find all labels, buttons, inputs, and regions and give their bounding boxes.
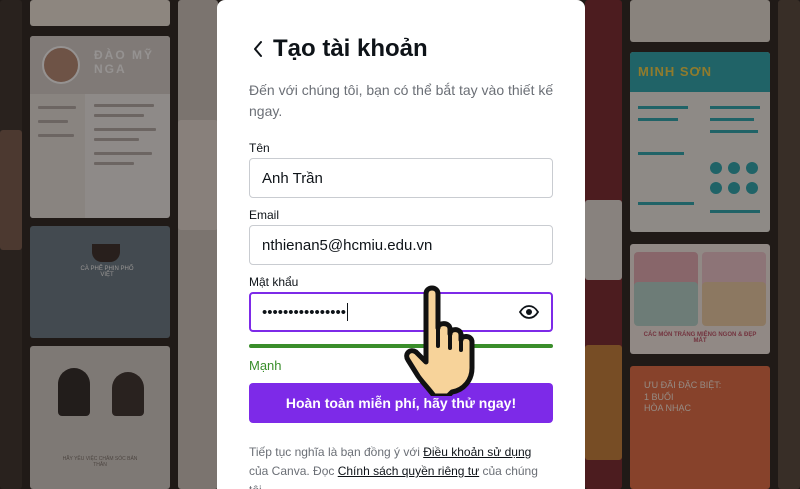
template-thumb [630, 0, 770, 42]
template-thumb-friends: HÃY YÊU VIỆC CHĂM SÓC BẢN THÂN [30, 346, 170, 489]
template-thumb [30, 0, 170, 26]
email-field[interactable]: nthienan5@hcmiu.edu.vn [249, 225, 553, 265]
resume-header: MINH SƠN [630, 52, 770, 92]
template-thumb [178, 0, 218, 489]
template-thumb-cv-nga: ĐÀO MỸ NGA [30, 36, 170, 218]
email-label: Email [249, 208, 280, 222]
template-thumb [0, 130, 22, 250]
template-thumb [585, 200, 622, 280]
cafe-title: CÀ PHÊ PHIN PHỐ VIỆT [80, 266, 134, 278]
template-thumb-cafe: CÀ PHÊ PHIN PHỐ VIỆT [30, 226, 170, 338]
password-field[interactable]: •••••••••••••••• [249, 292, 553, 332]
template-thumb-concert: ƯU ĐÃI ĐẶC BIỆT: 1 BUỔI HÒA NHẠC [630, 366, 770, 489]
password-value: •••••••••••••••• [262, 303, 349, 321]
cv-name: ĐÀO MỸ NGA [94, 48, 154, 76]
cv-sidebar [30, 94, 85, 218]
password-label: Mật khẩu [249, 275, 299, 289]
friends-caption: HÃY YÊU VIỆC CHĂM SÓC BẢN THÂN [62, 456, 138, 468]
dialog-subtitle: Đến với chúng tôi, bạn có thể bắt tay và… [249, 82, 554, 119]
terms-of-use-link[interactable]: Điều khoản sử dụng [423, 445, 531, 459]
dessert-caption: CÁC MÓN TRÁNG MIỆNG NGON & ĐẸP MẮT [643, 332, 757, 344]
avatar [42, 46, 80, 84]
signup-dialog: Tạo tài khoản Đến với chúng tôi, bạn có … [217, 0, 585, 489]
template-thumb-resume-minh-son: MINH SƠN [630, 52, 770, 232]
password-strength-meter [249, 344, 553, 348]
signup-submit-button[interactable]: Hoàn toàn miễn phí, hãy thử ngay! [249, 383, 553, 423]
resume-name: MINH SƠN [638, 64, 712, 79]
concert-caption: ƯU ĐÃI ĐẶC BIỆT: 1 BUỔI HÒA NHẠC [644, 380, 722, 414]
page-title: Tạo tài khoản [273, 35, 428, 62]
eye-icon[interactable] [518, 301, 540, 323]
coffee-cup-image [92, 244, 120, 262]
chevron-left-icon[interactable] [249, 36, 267, 62]
name-value: Anh Trần [262, 169, 323, 187]
name-field[interactable]: Anh Trần [249, 158, 553, 198]
template-thumb [178, 120, 218, 230]
dialog-header: Tạo tài khoản [249, 35, 428, 63]
terms-notice: Tiếp tục nghĩa là bạn đồng ý với Điều kh… [249, 445, 538, 489]
template-thumb-desserts: CÁC MÓN TRÁNG MIỆNG NGON & ĐẸP MẮT [630, 244, 770, 354]
email-value: nthienan5@hcmiu.edu.vn [262, 236, 433, 254]
text-caret [347, 303, 349, 321]
template-thumb [585, 345, 622, 460]
template-thumb [778, 0, 800, 489]
password-strength-label: Mạnh [249, 358, 282, 373]
name-label: Tên [249, 141, 270, 155]
privacy-policy-link[interactable]: Chính sách quyền riêng tư [338, 464, 479, 478]
